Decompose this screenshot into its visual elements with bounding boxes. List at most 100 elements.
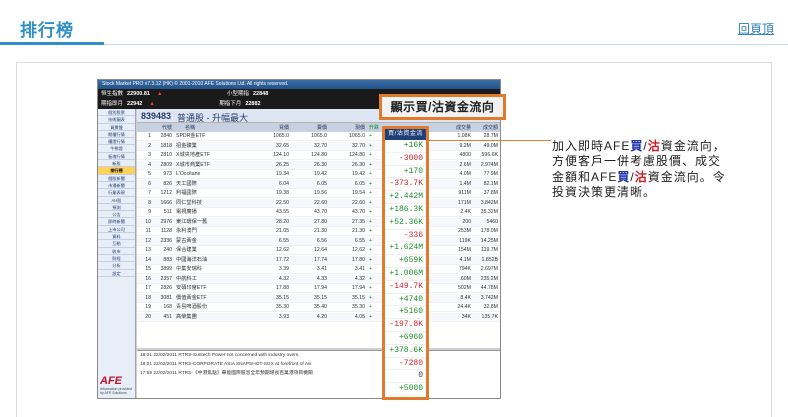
- table-row[interactable]: 5 973 L'Occitane 19.34 19.42 19.42 4.0M 77.9M +: [137, 170, 500, 179]
- cell-to: 49.0M: [483, 142, 498, 149]
- table-row[interactable]: 17 2826 安碩印度ETF 17.88 17.94 17.94 502M 44.78M +: [137, 284, 500, 293]
- sidebar-item[interactable]: 預測: [98, 204, 135, 212]
- cell-code: 168: [163, 304, 172, 310]
- table-row[interactable]: 7 1212 利福國際 19.38 19.56 19.54 911M 37.8M +: [137, 189, 500, 198]
- cell-change-sign: +: [369, 209, 373, 215]
- table-row[interactable]: 19 168 青島啤酒股份 35.30 35.40 35.30 24.4K 32.8M +: [137, 303, 500, 312]
- cell-p3: 124.80: [349, 152, 365, 158]
- table-row[interactable]: 20 451 高榮集團 3.93 4.20 4.05 34K 135.7K +: [137, 312, 500, 322]
- sidebar-item[interactable]: 互動: [98, 240, 135, 248]
- cell-code: 883: [163, 256, 172, 263]
- sidebar-item[interactable]: 牛熊證: [98, 145, 135, 153]
- cell-p1: 6.04: [278, 180, 289, 187]
- sidebar-item[interactable]: 排行榜: [98, 167, 135, 175]
- sidebar-item[interactable]: 個股新聞: [98, 175, 135, 182]
- cell-no: 19: [145, 304, 151, 310]
- cell-code: 1666: [160, 199, 172, 206]
- cell-vol: 200: [462, 218, 471, 225]
- ticker-value: 22900.81: [127, 91, 150, 97]
- table-row[interactable]: 9 511 電視廣播 43.55 43.70 43.70 2.4K 35.32M +: [137, 208, 500, 217]
- cell-to: 44.78M: [480, 285, 498, 291]
- column-header[interactable]: 現價: [331, 124, 365, 132]
- flow-value: +186.3K: [385, 204, 426, 217]
- column-header[interactable]: 買價: [255, 124, 289, 132]
- sidebar-item[interactable]: 技術圖表: [98, 116, 135, 124]
- table-row[interactable]: 3 2810 X城央地產ETF 124.10 124.80 124.80 4800 596.6…: [137, 151, 500, 160]
- sidebar-item[interactable]: 財經: [98, 255, 135, 263]
- table-row[interactable]: 10 2976 東江環保一舊 28.20 27.80 27.35 200 5460 +: [137, 217, 500, 227]
- cell-p1: 6.55: [278, 237, 289, 244]
- back-to-top-link[interactable]: 回頁頂: [738, 20, 774, 37]
- news-item[interactable]: 17:59 22/02/2011 RTRS-《中港焦點》華能國際股息全年預期增長…: [140, 369, 500, 378]
- flow-value: +1.624M: [385, 242, 426, 256]
- sidebar-item[interactable]: 行業表現: [98, 189, 135, 197]
- cell-p3: 1065.0: [349, 133, 365, 139]
- column-header[interactable]: 成交量: [447, 124, 471, 132]
- cell-vol: 4.0M: [459, 171, 471, 177]
- column-header[interactable]: 賣價: [293, 124, 327, 132]
- cell-p2: 4.20: [316, 313, 327, 320]
- cell-name: 價值黃金ETF: [176, 294, 207, 301]
- sidebar-item[interactable]: 公告: [98, 211, 135, 219]
- sidebar-item[interactable]: 買賣盤: [98, 124, 135, 131]
- column-header[interactable]: 升跌: [369, 124, 383, 132]
- cell-name: 電視廣播: [176, 209, 197, 215]
- cell-code: 3081: [160, 294, 172, 301]
- table-row[interactable]: 18 3081 價值黃金ETF 35.15 35.15 35.15 8.4K 3.742M +: [137, 293, 500, 303]
- cell-p2: 17.94: [314, 285, 327, 291]
- news-item[interactable]: 18:01 22/02/2011 RTRS-CORPORATE ASIA SNA…: [140, 360, 500, 369]
- cell-p2: 35.40: [314, 304, 327, 310]
- cell-no: 4: [148, 161, 151, 168]
- sidebar-item[interactable]: 設定: [98, 270, 135, 277]
- flow-value: -373.7K: [385, 178, 426, 192]
- table-row[interactable]: 4 2809 X城市商業ETF 26.25 26.30 26.30 2.6M 2.974M +: [137, 160, 500, 170]
- cell-name: 同仁堂科技: [176, 199, 202, 206]
- table-row[interactable]: 8 1666 同仁堂科技 22.50 22.60 22.60 171M 3.842M +: [137, 198, 500, 208]
- cell-p2: 6.05: [316, 180, 327, 187]
- table-row[interactable]: 14 883 中國海洋石油 17.72 17.74 17.80 4.1M 1.852B +: [137, 255, 500, 265]
- sidebar-item[interactable]: 權證行情: [98, 138, 135, 146]
- header-accent-bar: [0, 42, 104, 45]
- flow-value: -3000: [385, 153, 426, 166]
- cell-p3: 43.70: [352, 209, 365, 215]
- cell-p1: 28.20: [276, 218, 289, 225]
- sidebar-item[interactable]: 市場新聞: [98, 182, 135, 190]
- news-item[interactable]: 18:01 22/02/2011 RTRS-Suntech Power not …: [140, 351, 500, 360]
- cell-p2: 35.15: [314, 294, 327, 301]
- cell-name: SPDR金ETF: [176, 133, 206, 139]
- column-header[interactable]: 成交額: [473, 124, 498, 132]
- sidebar-item[interactable]: 期權行情: [98, 131, 135, 139]
- sidebar-item[interactable]: 個別股票: [98, 109, 135, 117]
- table-row[interactable]: 12 2336 蒙古黃金 6.55 6.56 6.55 119K 14.25M +: [137, 236, 500, 246]
- column-header[interactable]: 代號: [154, 124, 172, 132]
- flow-value: +4740: [385, 294, 426, 307]
- cell-no: 10: [145, 218, 151, 225]
- cell-p2: 26.30: [314, 161, 327, 168]
- sidebar-item[interactable]: 資料: [98, 233, 135, 241]
- table-row[interactable]: 2 1818 招金礦業 32.65 32.70 32.70 9.2M 49.0M +: [137, 141, 500, 151]
- sidebar-item[interactable]: 新股: [98, 160, 135, 168]
- cell-vol: 794K: [458, 266, 471, 272]
- table-row[interactable]: 6 826 天工國際 6.04 6.05 6.05 1.4M 82.1M +: [137, 179, 500, 189]
- sidebar-item[interactable]: AH股: [98, 197, 135, 204]
- cell-code: 511: [163, 209, 172, 215]
- table-row[interactable]: 16 2357 中航科工 4.32 4.33 4.32 .60M 235.2M +: [137, 274, 500, 284]
- cell-name: 天工國際: [176, 180, 197, 187]
- table-row[interactable]: 13 240 保合建業 12.62 12.64 12.62 154M 119.7M +: [137, 246, 500, 255]
- flow-values: +16K -3000 +170 -373.7K +2.442M +186.3K +52.36…: [385, 140, 426, 396]
- table-row[interactable]: 11 1128 永利澳門 21.05 21.30 21.30 253M 178.0M +: [137, 227, 500, 236]
- flow-column: 買/沽資金流向 +16K -3000 +170 -373.7K +2.442M +186.…: [382, 126, 429, 400]
- sidebar-item[interactable]: 板塊行情: [98, 153, 135, 161]
- cell-name: X城市商業ETF: [176, 161, 211, 168]
- sidebar-item[interactable]: 分析: [98, 262, 135, 270]
- cell-name: 高榮集團: [176, 313, 197, 320]
- table-row[interactable]: 15 3899 中集安瑞科 3.39 3.41 3.41 794K 2.697M +: [137, 265, 500, 274]
- flow-value: +659K: [385, 255, 426, 268]
- sidebar-item[interactable]: 即時新聞: [98, 218, 135, 226]
- cell-change-sign: +: [369, 266, 373, 272]
- cell-vol: 2.6M: [459, 161, 471, 168]
- sidebar-item[interactable]: 收市: [98, 248, 135, 255]
- sidebar-item[interactable]: 上市公司: [98, 226, 135, 234]
- flow-value: -336: [385, 230, 426, 243]
- desc-sell: 沽: [647, 139, 661, 153]
